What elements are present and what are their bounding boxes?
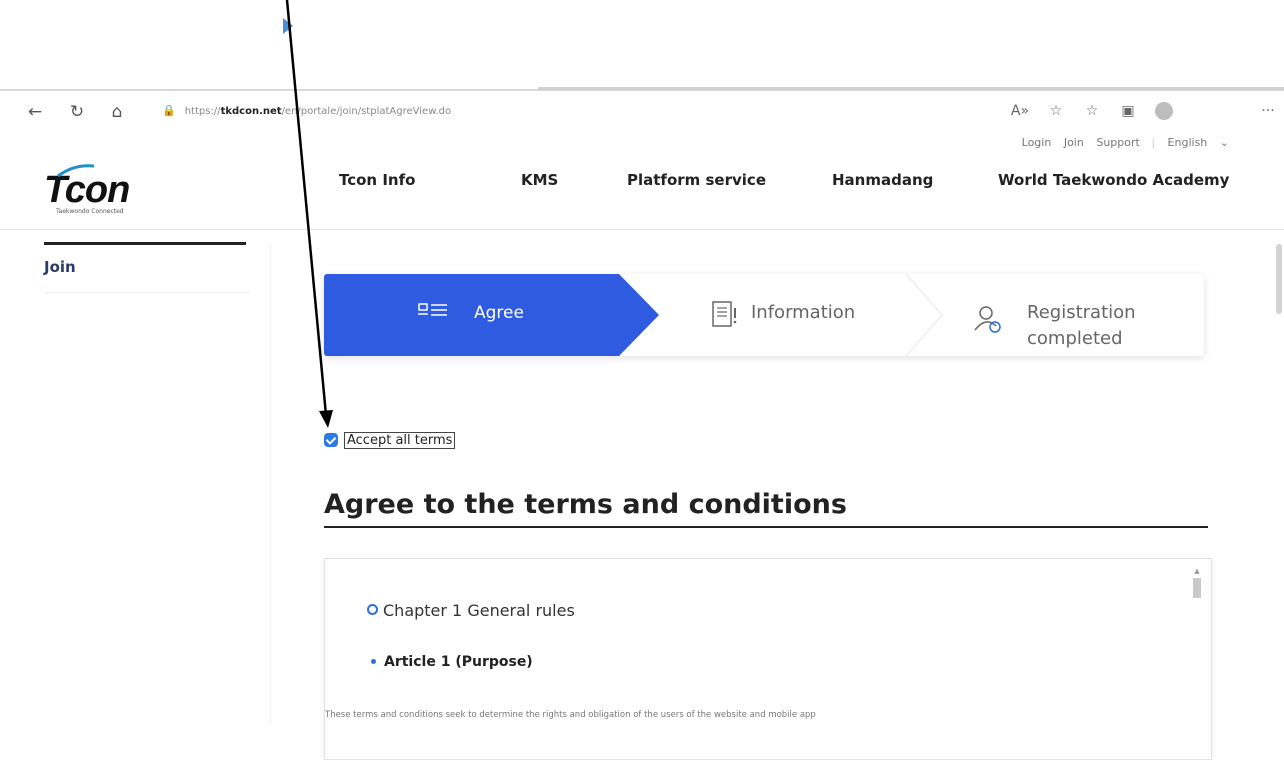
scroll-thumb[interactable] — [1193, 578, 1201, 598]
add-favorite-icon[interactable]: ☆ — [1044, 99, 1068, 123]
login-link[interactable]: Login — [1022, 136, 1052, 149]
sidebar-divider — [44, 292, 250, 293]
loading-line — [538, 87, 1284, 90]
nav-hanmadang[interactable]: Hanmadang — [832, 171, 933, 189]
header-divider — [0, 229, 1284, 230]
logo[interactable]: Tcon Taekwondo Connected — [44, 164, 224, 220]
nav-tcon-info[interactable]: Tcon Info — [339, 171, 415, 189]
checkbox-checked-icon[interactable] — [324, 432, 338, 447]
lock-icon: 🔒 — [162, 104, 176, 117]
refresh-icon[interactable]: ↻ — [64, 99, 90, 125]
join-steps: Agree Information Registration completed — [324, 274, 1204, 356]
address-bar[interactable]: 🔒 https://tkdcon.net/en/portale/join/stpl… — [162, 97, 542, 125]
arrow-head — [319, 410, 333, 428]
join-link[interactable]: Join — [1064, 136, 1084, 149]
sidebar-item-join[interactable]: Join — [44, 258, 76, 276]
sidebar-active-bar — [44, 242, 246, 245]
step-separator — [905, 274, 943, 356]
nav-platform-service[interactable]: Platform service — [627, 171, 766, 189]
step-registration-label: Registration completed — [1027, 302, 1136, 349]
arrow-tip-marker — [283, 18, 293, 34]
profile-icon[interactable] — [1155, 102, 1173, 120]
arrow-line — [285, 0, 328, 416]
utility-links: Login Join Support | English ⌄ — [1013, 136, 1229, 149]
chevron-down-icon[interactable]: ⌄ — [1220, 136, 1229, 149]
ring-bullet-icon — [367, 604, 378, 615]
collections-icon[interactable]: ▣ — [1116, 99, 1140, 123]
accept-all-checkbox[interactable]: Accept all terms — [324, 432, 456, 449]
more-icon[interactable]: ··· — [1256, 99, 1280, 123]
step-agree-label: Agree — [474, 303, 524, 323]
step-registration-completed: Registration completed — [952, 274, 1202, 356]
logo-tagline: Taekwondo Connected — [56, 208, 124, 215]
user-check-icon — [974, 306, 1001, 333]
accept-all-label[interactable]: Accept all terms — [344, 432, 456, 449]
content-divider — [270, 244, 271, 724]
terms-scrollbar[interactable]: ▲ — [1191, 567, 1203, 752]
step-agree: Agree — [324, 274, 659, 356]
terms-scroll-box[interactable]: Chapter 1 General rules Article 1 (Purpo… — [324, 558, 1212, 760]
document-icon — [712, 301, 737, 327]
title-underline — [324, 526, 1208, 528]
read-aloud-icon[interactable]: A» — [1008, 99, 1032, 123]
scroll-up-icon[interactable]: ▲ — [1191, 567, 1203, 575]
support-link[interactable]: Support — [1096, 136, 1139, 149]
language-select[interactable]: English — [1168, 136, 1208, 149]
nav-world-taekwondo-academy[interactable]: World Taekwondo Academy — [998, 171, 1229, 189]
chapter-label: Chapter 1 General rules — [383, 601, 575, 620]
list-icon — [418, 303, 447, 316]
page-title: Agree to the terms and conditions — [324, 489, 847, 520]
divider: | — [1151, 136, 1156, 149]
back-icon[interactable]: ← — [22, 99, 48, 125]
terms-paragraph: These terms and conditions seek to deter… — [325, 710, 816, 720]
article-heading: Article 1 (Purpose) — [371, 654, 533, 670]
step-information-label: Information — [751, 302, 856, 323]
step-information: Information — [699, 274, 909, 356]
browser-toolbar: ← ↻ ⌂ 🔒 https://tkdcon.net/en/portale/joi… — [0, 87, 1284, 133]
url-path: /en/portale/join/stplatAgreView.do — [281, 106, 452, 117]
article-label: Article 1 (Purpose) — [384, 654, 533, 670]
url-prefix: https:// — [184, 106, 221, 117]
home-icon[interactable]: ⌂ — [104, 99, 130, 125]
nav-kms[interactable]: KMS — [521, 171, 558, 189]
url-host: tkdcon.net — [220, 106, 282, 117]
dot-bullet-icon — [371, 659, 376, 664]
favorites-icon[interactable]: ☆ — [1080, 99, 1104, 123]
logo-swoosh-icon — [57, 164, 95, 178]
page-scrollbar[interactable] — [1276, 244, 1282, 314]
chapter-heading: Chapter 1 General rules — [367, 601, 575, 620]
